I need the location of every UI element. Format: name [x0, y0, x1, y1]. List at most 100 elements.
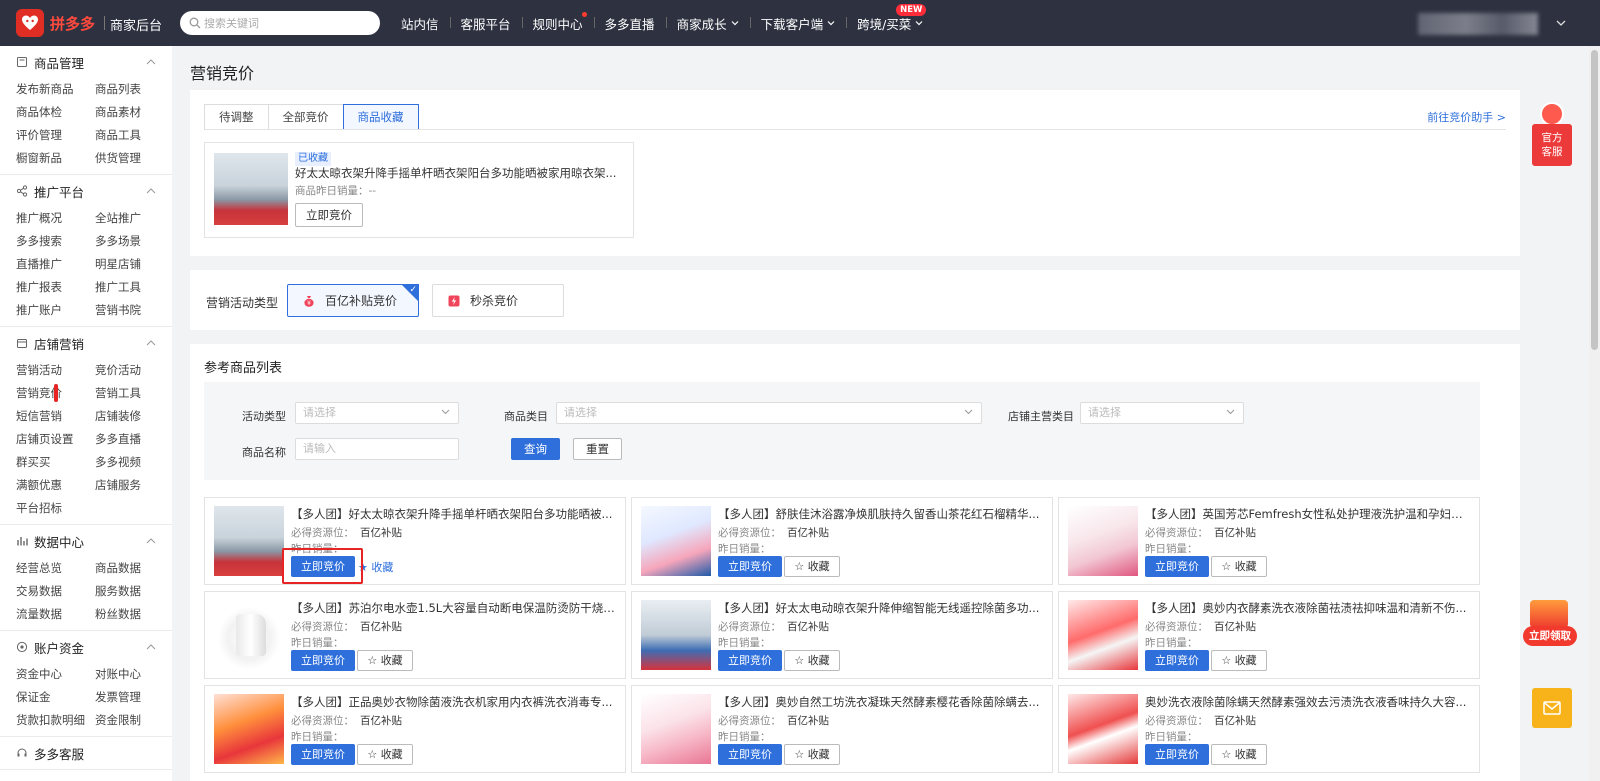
sidebar-item[interactable]: 评价管理: [16, 124, 95, 147]
sidebar-item[interactable]: 推广工具: [95, 276, 172, 299]
favorite-button[interactable]: ☆ 收藏: [357, 744, 413, 765]
bid-now-button[interactable]: 立即竞价: [718, 744, 782, 765]
bid-now-button[interactable]: 立即竞价: [295, 203, 363, 227]
section-header[interactable]: 店铺营销: [16, 327, 156, 359]
nav-download-client[interactable]: 下载客户端: [749, 14, 847, 33]
sidebar-item[interactable]: 多多搜索: [16, 230, 95, 253]
favorite-button[interactable]: ☆ 收藏: [784, 556, 840, 577]
option-flash-sale-bid[interactable]: 秒杀竞价: [432, 284, 564, 317]
tab-all-bids[interactable]: 全部竞价: [267, 104, 343, 130]
claim-gift-widget[interactable]: 立即领取: [1520, 596, 1580, 652]
sidebar-item[interactable]: 店铺装修: [95, 405, 172, 428]
page-scrollbar[interactable]: [1589, 46, 1600, 781]
section-header[interactable]: 账户资金: [16, 631, 156, 663]
sidebar-item[interactable]: 短信营销: [16, 405, 95, 428]
sidebar-item[interactable]: 资金中心: [16, 663, 95, 686]
sidebar-item[interactable]: 商品数据: [95, 557, 172, 580]
sidebar-item-marketing-bid-active[interactable]: 营销竞价: [16, 382, 95, 405]
sidebar-item[interactable]: 店铺服务: [95, 474, 172, 497]
sidebar-item[interactable]: 商品列表: [95, 78, 172, 101]
nav-live[interactable]: 多多直播: [593, 14, 666, 33]
product-image[interactable]: [214, 694, 284, 764]
product-image[interactable]: [214, 506, 284, 576]
sidebar-item[interactable]: 满额优惠: [16, 474, 95, 497]
sidebar-item[interactable]: 供货管理: [95, 147, 172, 170]
sidebar-item[interactable]: 服务数据: [95, 580, 172, 603]
favorite-button[interactable]: ☆ 收藏: [1211, 556, 1267, 577]
favorite-button[interactable]: ☆ 收藏: [1211, 744, 1267, 765]
bid-now-button[interactable]: 立即竞价: [1145, 650, 1209, 671]
nav-customer-service[interactable]: 客服平台: [449, 14, 522, 33]
brand-subtitle[interactable]: 商家后台: [110, 15, 162, 34]
sidebar-item[interactable]: 多多直播: [95, 428, 172, 451]
sidebar-item[interactable]: 竞价活动: [95, 359, 172, 382]
activity-type-select[interactable]: 请选择: [295, 402, 459, 424]
nav-cross-border[interactable]: 跨境/买菜 NEW: [846, 3, 934, 33]
bid-now-button[interactable]: 立即竞价: [718, 556, 782, 577]
sidebar-item[interactable]: 营销书院: [95, 299, 172, 322]
product-image[interactable]: [1068, 600, 1138, 670]
mail-widget[interactable]: [1532, 688, 1572, 728]
tab-pending[interactable]: 待调整: [204, 104, 268, 130]
user-account-blurred[interactable]: [1418, 13, 1538, 35]
bid-now-button[interactable]: 立即竞价: [718, 650, 782, 671]
sidebar-item[interactable]: 营销工具: [95, 382, 172, 405]
sidebar-item[interactable]: 橱窗新品: [16, 147, 95, 170]
global-search[interactable]: [180, 11, 380, 35]
nav-rules-center[interactable]: 规则中心: [521, 11, 594, 33]
sidebar-item[interactable]: 多多场景: [95, 230, 172, 253]
favorite-button[interactable]: ☆ 收藏: [784, 744, 840, 765]
shop-category-select[interactable]: 请选择: [1080, 402, 1244, 424]
sidebar-item[interactable]: 发票管理: [95, 686, 172, 709]
sidebar-item[interactable]: 全站推广: [95, 207, 172, 230]
sidebar-item[interactable]: 推广报表: [16, 276, 95, 299]
product-image[interactable]: [214, 153, 288, 225]
tab-favorites[interactable]: 商品收藏: [342, 104, 419, 130]
nav-messages[interactable]: 站内信: [390, 14, 450, 33]
account-menu-chevron-icon[interactable]: [1556, 18, 1566, 28]
sidebar-item[interactable]: 发布新商品: [16, 78, 95, 101]
sidebar-item[interactable]: 商品工具: [95, 124, 172, 147]
sidebar-item[interactable]: 店铺页设置: [16, 428, 95, 451]
query-button[interactable]: 查询: [511, 438, 560, 460]
section-header[interactable]: 商品管理: [16, 46, 156, 78]
reset-button[interactable]: 重置: [573, 438, 622, 460]
brand-name[interactable]: 拼多多: [50, 13, 95, 34]
product-image[interactable]: [641, 694, 711, 764]
bid-now-button[interactable]: 立即竞价: [1145, 744, 1209, 765]
sidebar-item[interactable]: 平台招标: [16, 497, 95, 520]
bid-now-button[interactable]: 立即竞价: [291, 744, 355, 765]
sidebar-item[interactable]: 经营总览: [16, 557, 95, 580]
sidebar-item[interactable]: 对账中心: [95, 663, 172, 686]
bid-assistant-link[interactable]: 前往竞价助手 >: [1427, 109, 1506, 125]
sidebar-item[interactable]: 流量数据: [16, 603, 95, 626]
favorited-indicator[interactable]: ★ 收藏: [358, 559, 393, 575]
sidebar-item[interactable]: 商品素材: [95, 101, 172, 124]
pinduoduo-logo[interactable]: [16, 9, 44, 37]
section-header[interactable]: 推广平台: [16, 175, 156, 207]
product-name-input[interactable]: 请输入: [295, 438, 459, 460]
section-header[interactable]: 数据中心: [16, 525, 156, 557]
product-image[interactable]: [641, 600, 711, 670]
product-image[interactable]: [1068, 506, 1138, 576]
sidebar-item[interactable]: 推广账户: [16, 299, 95, 322]
nav-growth[interactable]: 商家成长: [665, 14, 750, 33]
favorite-button[interactable]: ☆ 收藏: [784, 650, 840, 671]
product-image[interactable]: [214, 600, 284, 670]
sidebar-item[interactable]: 粉丝数据: [95, 603, 172, 626]
product-image[interactable]: [1068, 694, 1138, 764]
section-header[interactable]: 多多客服: [16, 737, 156, 769]
product-image[interactable]: [641, 506, 711, 576]
official-service-widget[interactable]: 官方 客服: [1532, 102, 1572, 166]
favorite-button[interactable]: ☆ 收藏: [1211, 650, 1267, 671]
sidebar-item[interactable]: 推广概况: [16, 207, 95, 230]
sidebar-item[interactable]: 货款扣款明细: [16, 709, 95, 732]
search-input[interactable]: [204, 14, 374, 32]
scrollbar-thumb[interactable]: [1591, 50, 1598, 350]
sidebar-item[interactable]: 交易数据: [16, 580, 95, 603]
sidebar-item[interactable]: 营销活动: [16, 359, 95, 382]
sidebar-item[interactable]: 保证金: [16, 686, 95, 709]
option-subsidy-bid[interactable]: ¥ 百亿补贴竞价 ✓: [287, 284, 419, 317]
sidebar-item[interactable]: 资金限制: [95, 709, 172, 732]
sidebar-item[interactable]: 直播推广: [16, 253, 95, 276]
